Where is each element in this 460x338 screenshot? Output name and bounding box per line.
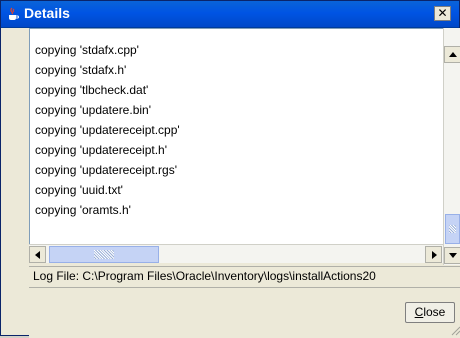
arrow-right-icon <box>432 251 437 259</box>
log-line: copying 'oramts.h' <box>35 203 131 217</box>
horizontal-scrollbar[interactable] <box>29 244 443 263</box>
title-bar[interactable]: Details ✕ <box>1 1 459 28</box>
details-panel: copying 'stdafx.cpp' copying 'stdafx.h' co… <box>29 28 460 338</box>
scroll-left-button[interactable] <box>29 246 46 263</box>
log-text-area[interactable]: copying 'stdafx.cpp' copying 'stdafx.h' co… <box>29 28 444 245</box>
vertical-scroll-thumb[interactable] <box>445 214 460 244</box>
log-line: copying 'stdafx.cpp' <box>35 43 139 57</box>
log-line: copying 'tlbcheck.dat' <box>35 83 149 97</box>
scroll-right-button[interactable] <box>425 246 442 263</box>
log-line-clipped <box>35 29 180 40</box>
details-window: Details ✕ copying 'stdafx.cpp' copying 's… <box>0 0 460 338</box>
resize-grip-icon[interactable] <box>449 324 460 336</box>
scroll-up-button[interactable] <box>444 46 460 63</box>
log-line: copying 'updatereceipt.rgs' <box>35 163 178 177</box>
close-window-icon[interactable]: ✕ <box>434 6 451 21</box>
log-line: copying 'uuid.txt' <box>35 183 123 197</box>
arrow-down-icon <box>449 253 457 258</box>
log-line: copying 'stdafx.h' <box>35 63 127 77</box>
close-button-label: lose <box>423 305 446 319</box>
arrow-left-icon <box>35 251 40 259</box>
close-button[interactable]: Close <box>405 302 455 323</box>
java-coffee-cup-icon <box>9 7 19 20</box>
log-lines: copying 'stdafx.cpp' copying 'stdafx.h' co… <box>35 29 180 220</box>
window-title: Details <box>24 5 70 21</box>
log-line: copying 'updatereceipt.h' <box>35 143 168 157</box>
log-line: copying 'updatereceipt.cpp' <box>35 123 180 137</box>
horizontal-scroll-thumb[interactable] <box>49 246 159 263</box>
log-line: copying 'updatere.bin' <box>35 103 151 117</box>
vertical-scrollbar[interactable] <box>443 28 460 265</box>
log-file-path: Log File: C:\Program Files\Oracle\Invent… <box>29 266 460 288</box>
arrow-up-icon <box>449 52 457 57</box>
scroll-down-button[interactable] <box>444 247 460 264</box>
